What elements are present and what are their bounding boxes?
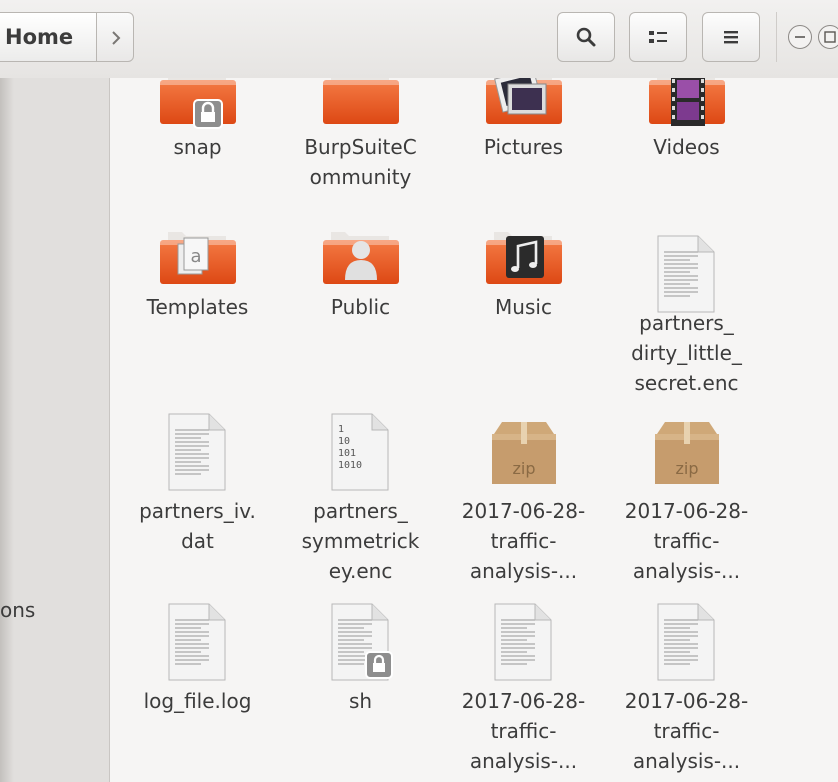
sidebar-item-label[interactable]: ons	[0, 598, 35, 622]
menu-button[interactable]	[702, 12, 760, 62]
file-name-line: 2017-06-28-	[624, 689, 749, 713]
header-bar: Home	[0, 0, 838, 79]
search-button[interactable]	[557, 12, 615, 62]
file-icon-grid: snap BurpSuiteC ommunity Pictures Videos a Tem…	[110, 78, 838, 782]
file-name-label: partners_iv.dat	[116, 496, 279, 556]
chevron-right-icon	[112, 31, 121, 45]
text-file-icon	[652, 234, 722, 318]
file-name-line: analysis-...	[632, 559, 741, 583]
file-name-line: symmetrick	[301, 529, 420, 553]
file-name-label: sh	[279, 686, 442, 716]
svg-text:1010: 1010	[338, 460, 362, 471]
file-name-label: Templates	[116, 292, 279, 322]
file-name-line: Videos	[653, 135, 720, 159]
search-icon	[576, 27, 596, 47]
text-file-icon	[163, 412, 233, 496]
file-name-label: partners_ dirty_little_ secret.enc	[605, 308, 768, 398]
file-name-line: partners_	[639, 311, 734, 335]
toolbar-separator	[776, 12, 777, 62]
file-name-line: Pictures	[483, 135, 564, 159]
file-name-line: 2017-06-28-	[461, 499, 586, 523]
locked-text-file-icon	[326, 602, 396, 686]
text-file-icon	[489, 602, 559, 686]
text-file-icon	[163, 602, 233, 686]
file-name-label: 2017-06-28- traffic-analysis-...	[605, 496, 768, 586]
svg-text:10: 10	[338, 436, 350, 447]
folder-icon	[313, 226, 409, 294]
folder-icon	[150, 78, 246, 134]
view-toggle-button[interactable]	[629, 12, 687, 62]
svg-text:zip: zip	[675, 459, 698, 478]
file-name-line: ey.enc	[328, 559, 393, 583]
file-name-line: analysis-...	[469, 749, 578, 773]
file-name-line: 2017-06-28-	[461, 689, 586, 713]
file-name-label: partners_ symmetrick ey.enc	[279, 496, 442, 586]
svg-text:1: 1	[338, 424, 344, 435]
file-name-label: Public	[279, 292, 442, 322]
file-name-line: dat	[181, 529, 214, 553]
folder-icon	[639, 78, 735, 134]
folder-icon: a	[150, 226, 246, 294]
hamburger-menu-icon	[724, 31, 738, 44]
file-name-label: Pictures	[442, 132, 605, 162]
folder-icon	[476, 78, 572, 134]
file-name-line: traffic-	[653, 529, 720, 553]
svg-text:a: a	[190, 246, 201, 267]
file-name-line: traffic-	[490, 529, 557, 553]
breadcrumb-home[interactable]: Home	[0, 12, 108, 62]
folder-icon	[313, 78, 409, 134]
file-name-line: analysis-...	[632, 749, 741, 773]
svg-text:zip: zip	[512, 459, 535, 478]
file-name-line: 2017-06-28-	[624, 499, 749, 523]
file-name-line: secret.enc	[634, 371, 739, 395]
text-file-icon	[652, 602, 722, 686]
places-sidebar: ons	[0, 78, 110, 782]
file-name-label: Videos	[605, 132, 768, 162]
file-name-line: BurpSuiteC	[304, 135, 417, 159]
file-name-line: sh	[348, 689, 373, 713]
svg-text:101: 101	[338, 448, 356, 459]
file-name-line: dirty_little_	[631, 341, 742, 365]
file-name-line: analysis-...	[469, 559, 578, 583]
file-name-line: Public	[330, 295, 391, 319]
file-name-label: log_file.log	[116, 686, 279, 716]
minimize-icon	[795, 36, 805, 38]
file-name-line: Templates	[146, 295, 249, 319]
binary-file-icon: 1 10 101 1010	[326, 412, 396, 496]
file-name-line: partners_iv.	[139, 499, 256, 523]
file-name-label: 2017-06-28- traffic-analysis-...	[442, 496, 605, 586]
breadcrumb-home-label: Home	[5, 25, 74, 49]
maximize-window-button[interactable]	[818, 25, 838, 49]
file-name-line: traffic-	[490, 719, 557, 743]
folder-icon	[476, 226, 572, 294]
file-name-label: 2017-06-28- traffic-analysis-...	[605, 686, 768, 776]
file-name-line: partners_	[313, 499, 408, 523]
file-name-line: ommunity	[309, 165, 412, 189]
file-name-label: BurpSuiteC ommunity	[279, 132, 442, 192]
file-name-label: Music	[442, 292, 605, 322]
file-name-line: Music	[495, 295, 552, 319]
zip-archive-icon: zip	[647, 418, 727, 492]
file-name-label: snap	[116, 132, 279, 162]
file-name-line: snap	[173, 135, 222, 159]
grid-view-icon	[649, 31, 667, 43]
breadcrumb-forward-button[interactable]	[96, 12, 134, 62]
zip-archive-icon: zip	[484, 418, 564, 492]
file-name-line: log_file.log	[143, 689, 252, 713]
file-name-label: 2017-06-28- traffic-analysis-...	[442, 686, 605, 776]
maximize-icon	[824, 31, 836, 43]
file-name-line: traffic-	[653, 719, 720, 743]
minimize-window-button[interactable]	[788, 25, 812, 49]
